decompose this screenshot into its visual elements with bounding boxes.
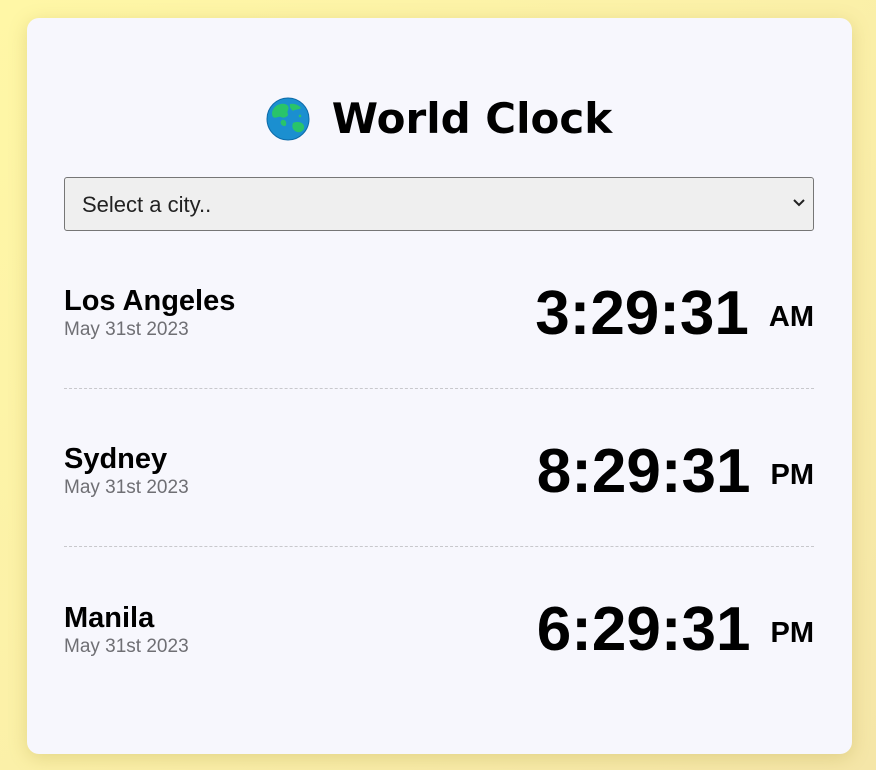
city-date: May 31st 2023 [64, 635, 189, 657]
city-select-wrapper: Select a city.. [64, 177, 814, 231]
city-date: May 31st 2023 [64, 319, 189, 340]
city-info: Manila May 31st 2023 [64, 602, 189, 659]
city-date: May 31st 2023 [64, 477, 189, 498]
city-time: 3:29:31 AM [535, 279, 814, 349]
am-pm-label: PM [770, 458, 815, 491]
world-clock-card: World Clock Select a city.. Los Angeles … [27, 18, 852, 754]
city-time: 8:29:31 PM [537, 437, 814, 507]
globe-icon [266, 97, 310, 141]
city-row-manila: Manila May 31st 2023 6:29:31 PM [64, 579, 814, 705]
city-time: 6:29:31 PM [537, 595, 814, 665]
city-row-los-angeles: Los Angeles May 31st 2023 3:29:31 AM [64, 263, 814, 389]
page-title: World Clock [331, 94, 613, 143]
city-info: Sydney May 31st 2023 [64, 443, 189, 500]
time-value: 8:29:31 [536, 436, 751, 506]
city-name: Los Angeles [64, 285, 236, 317]
time-value: 3:29:31 [535, 278, 749, 348]
city-select[interactable]: Select a city.. [64, 177, 814, 231]
city-info: Los Angeles May 31st 2023 [64, 285, 235, 342]
city-list: Los Angeles May 31st 2023 3:29:31 AM Syd… [64, 263, 814, 705]
am-pm-label: PM [770, 617, 815, 649]
city-name: Manila [64, 601, 155, 634]
city-name: Sydney [64, 443, 168, 475]
city-row-sydney: Sydney May 31st 2023 8:29:31 PM [64, 421, 814, 547]
am-pm-label: AM [768, 300, 814, 333]
header: World Clock [64, 96, 814, 142]
time-value: 6:29:31 [536, 595, 751, 664]
